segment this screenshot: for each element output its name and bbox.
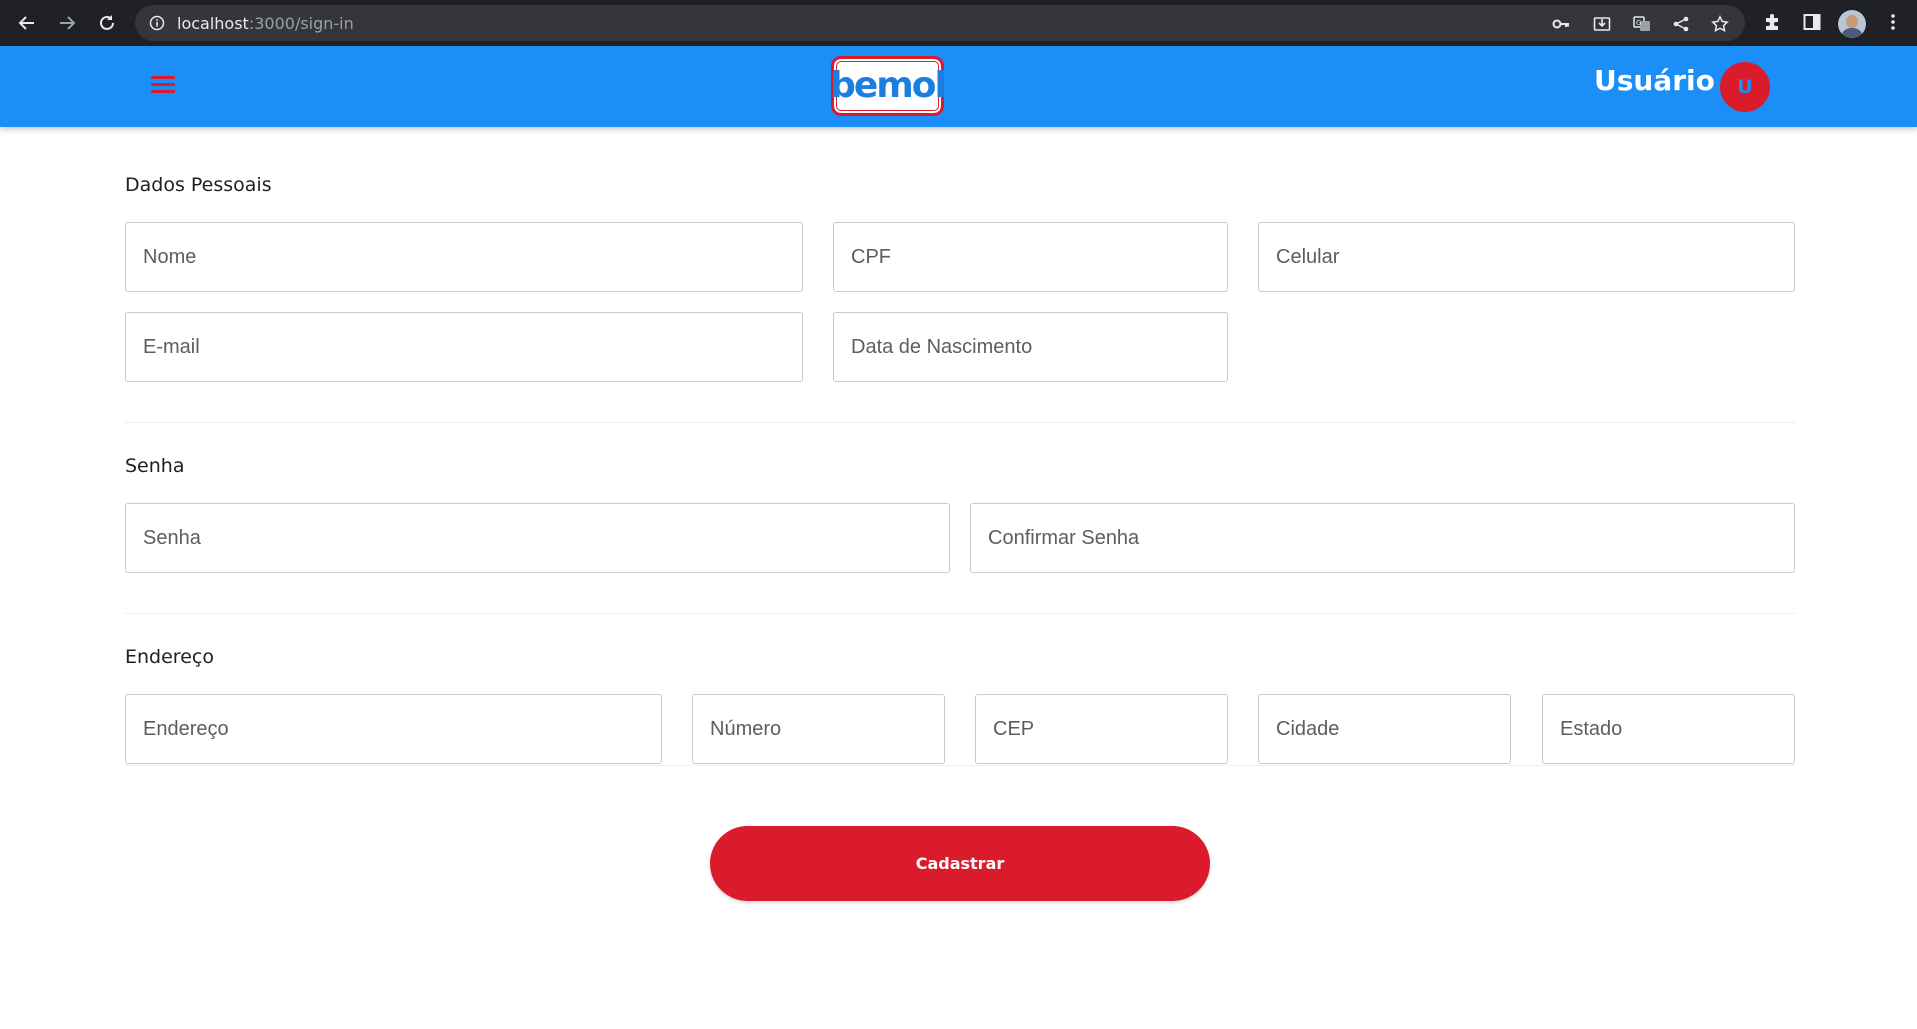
birthdate-input[interactable] xyxy=(833,312,1228,382)
back-icon[interactable] xyxy=(15,11,39,35)
key-icon[interactable] xyxy=(1552,15,1570,33)
forward-icon[interactable] xyxy=(55,11,79,35)
profile-avatar[interactable] xyxy=(1838,10,1866,38)
cep-input[interactable] xyxy=(975,694,1228,764)
confirmar-senha-input[interactable] xyxy=(970,503,1795,573)
url-text[interactable]: localhost:3000/sign-in xyxy=(177,14,354,33)
address-bar[interactable]: localhost:3000/sign-in G xyxy=(135,5,1745,41)
cpf-input[interactable] xyxy=(833,222,1228,292)
nome-input[interactable] xyxy=(125,222,803,292)
url-host: localhost xyxy=(177,14,249,33)
url-path: :3000/sign-in xyxy=(248,14,354,33)
reload-icon[interactable] xyxy=(95,11,119,35)
section-divider xyxy=(125,765,1795,766)
section-title-personal: Dados Pessoais xyxy=(125,174,272,196)
endereco-input[interactable] xyxy=(125,694,662,764)
install-icon[interactable] xyxy=(1593,15,1611,33)
cidade-input[interactable] xyxy=(1258,694,1511,764)
numero-input[interactable] xyxy=(692,694,945,764)
user-avatar[interactable]: U xyxy=(1720,62,1770,112)
email-input[interactable] xyxy=(125,312,803,382)
bemol-logo[interactable]: bemol xyxy=(830,56,947,116)
app-header: bemol Usuário U xyxy=(0,46,1917,127)
svg-text:G: G xyxy=(1636,19,1641,27)
bookmark-star-icon[interactable] xyxy=(1711,15,1729,33)
user-label: Usuário xyxy=(1594,64,1715,97)
more-options-icon[interactable] xyxy=(1883,12,1903,32)
section-title-address: Endereço xyxy=(125,646,214,668)
hamburger-menu-icon[interactable] xyxy=(151,76,177,96)
logo-text: bemol xyxy=(830,65,947,106)
share-icon[interactable] xyxy=(1672,15,1690,33)
celular-input[interactable] xyxy=(1258,222,1795,292)
info-icon[interactable] xyxy=(149,15,165,31)
translate-icon[interactable]: G xyxy=(1633,15,1651,33)
estado-input[interactable] xyxy=(1542,694,1795,764)
profile-shirt xyxy=(1841,28,1863,38)
section-divider xyxy=(125,422,1795,423)
side-panel-icon[interactable] xyxy=(1802,12,1822,32)
profile-face xyxy=(1846,15,1858,28)
browser-toolbar: localhost:3000/sign-in G xyxy=(0,0,1917,46)
section-divider xyxy=(125,613,1795,614)
section-title-password: Senha xyxy=(125,455,185,477)
cadastrar-button[interactable]: Cadastrar xyxy=(710,826,1210,901)
extensions-icon[interactable] xyxy=(1762,12,1782,32)
senha-input[interactable] xyxy=(125,503,950,573)
